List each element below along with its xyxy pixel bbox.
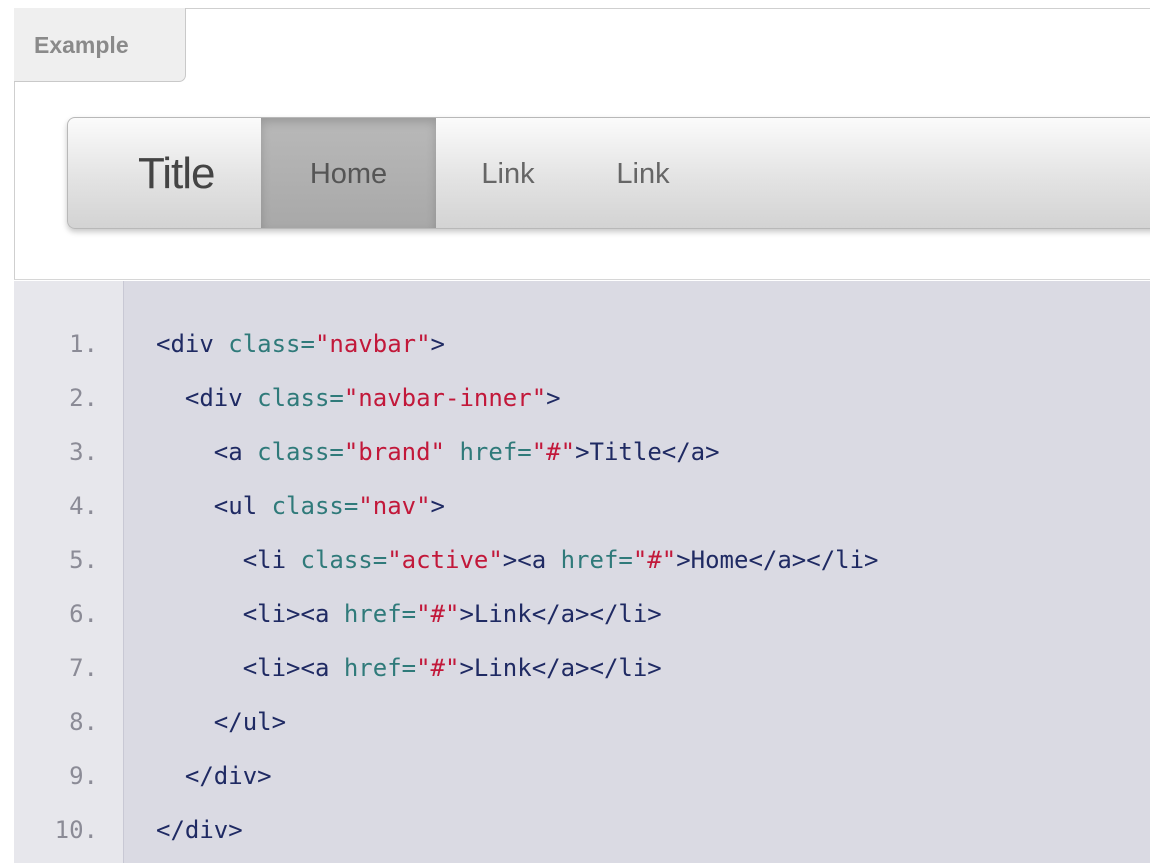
code-token: href= [445, 438, 532, 466]
code-token: > [430, 492, 445, 520]
line-number: 2. [69, 384, 98, 412]
code-token: "#" [416, 600, 460, 628]
code-token: </div> [156, 816, 243, 844]
line-number: 4. [69, 492, 98, 520]
line-number: 7. [69, 654, 98, 682]
code-token: ><a [502, 546, 561, 574]
nav-item-link-1[interactable]: Link [453, 118, 563, 228]
line-number: 9. [69, 762, 98, 790]
line-number: 3. [69, 438, 98, 466]
code-line: </div> [156, 762, 272, 790]
code-token: Link [473, 600, 532, 628]
code-token: <div [156, 330, 229, 358]
code-token: class= [228, 330, 315, 358]
code-token: </a></li> [531, 654, 662, 682]
line-number: 8. [69, 708, 98, 736]
code-token: "#" [632, 546, 677, 574]
code-token: <div [156, 384, 258, 412]
code-token: > [676, 546, 691, 574]
code-token: class= [271, 492, 359, 520]
code-token: Title [589, 438, 662, 466]
navbar: Title Home Link Link [67, 117, 1150, 229]
code-token: <li [156, 546, 301, 574]
code-token: class= [257, 384, 344, 412]
code-line: </ul> [156, 708, 286, 736]
code-token: <ul [156, 492, 272, 520]
code-token: </a></li> [748, 546, 879, 574]
code-token: Home [690, 546, 749, 574]
code-line: <a class="brand" href="#">Title</a> [156, 438, 720, 466]
code-token: "nav" [358, 492, 431, 520]
code-token: class= [300, 546, 388, 574]
code-token: "navbar-inner" [343, 384, 547, 412]
code-token: <a [156, 438, 258, 466]
code-line: <div class="navbar"> [156, 330, 445, 358]
code-token: <li><a [156, 600, 344, 628]
line-number: 10. [54, 816, 98, 844]
code-token: </div> [156, 762, 272, 790]
line-number: 6. [69, 600, 98, 628]
code-line: <li class="active"><a href="#">Home</a><… [156, 546, 879, 574]
code-token: > [575, 438, 590, 466]
code-token: > [459, 600, 474, 628]
code-line: <li><a href="#">Link</a></li> [156, 600, 662, 628]
code-token: "brand" [343, 438, 446, 466]
example-tab-label: Example [14, 8, 186, 82]
code-token: Link [473, 654, 532, 682]
code-token: "#" [531, 438, 576, 466]
code-token: class= [257, 438, 344, 466]
code-token: href= [560, 546, 633, 574]
code-line: </div> [156, 816, 243, 844]
nav-item-home[interactable]: Home [261, 118, 436, 228]
code-token: <li><a [156, 654, 344, 682]
code-token: </a></li> [531, 600, 662, 628]
code-token: href= [343, 654, 417, 682]
code-token: "navbar" [314, 330, 431, 358]
code-line: <ul class="nav"> [156, 492, 445, 520]
code-token: > [546, 384, 561, 412]
navbar-brand[interactable]: Title [138, 118, 215, 228]
code-token: > [430, 330, 445, 358]
code-token: "active" [387, 546, 503, 574]
code-line: <div class="navbar-inner"> [156, 384, 561, 412]
code-token: "#" [416, 654, 460, 682]
nav-item-link-2[interactable]: Link [588, 118, 698, 228]
code-token: > [459, 654, 474, 682]
code-token: </a> [661, 438, 720, 466]
code-line: <li><a href="#">Link</a></li> [156, 654, 662, 682]
line-number: 5. [69, 546, 98, 574]
line-number: 1. [69, 330, 98, 358]
code-token: href= [343, 600, 417, 628]
code-token: </ul> [156, 708, 287, 736]
